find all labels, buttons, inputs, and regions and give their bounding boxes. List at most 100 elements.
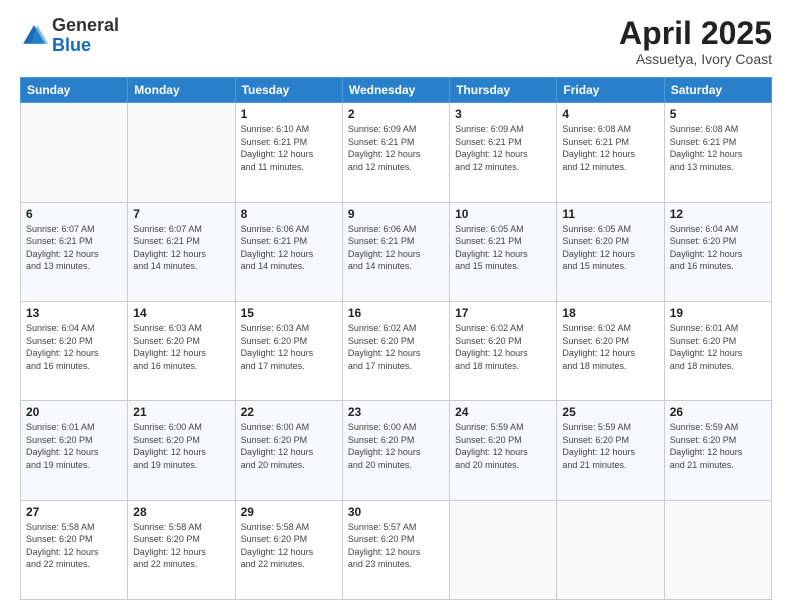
table-row: 7 Sunrise: 6:07 AM Sunset: 6:21 PM Daylig… [128,202,235,301]
day-info: Sunrise: 6:04 AM Sunset: 6:20 PM Dayligh… [26,322,122,372]
day-number: 29 [241,505,337,519]
day-info: Sunrise: 6:07 AM Sunset: 6:21 PM Dayligh… [133,223,229,273]
col-thursday: Thursday [450,78,557,103]
page: General Blue April 2025 Assuetya, Ivory … [0,0,792,612]
table-row: 26Sunrise: 5:59 AM Sunset: 6:20 PM Dayli… [664,401,771,500]
table-row: 5 Sunrise: 6:08 AM Sunset: 6:21 PM Daylig… [664,103,771,202]
day-info: Sunrise: 6:03 AM Sunset: 6:20 PM Dayligh… [241,322,337,372]
day-number: 17 [455,306,551,320]
calendar-header-row: Sunday Monday Tuesday Wednesday Thursday… [21,78,772,103]
table-row: 11 Sunrise: 6:05 AM Sunset: 6:20 PM Dayli… [557,202,664,301]
header: General Blue April 2025 Assuetya, Ivory … [20,16,772,67]
table-row [450,500,557,599]
day-info: Sunrise: 5:58 AM Sunset: 6:20 PM Dayligh… [133,521,229,571]
day-info: Sunrise: 5:58 AM Sunset: 6:20 PM Dayligh… [26,521,122,571]
table-row [557,500,664,599]
table-row: 12 Sunrise: 6:04 AM Sunset: 6:20 PM Dayli… [664,202,771,301]
day-number: 15 [241,306,337,320]
day-number: 7 [133,207,229,221]
table-row: 9 Sunrise: 6:06 AM Sunset: 6:21 PM Daylig… [342,202,449,301]
table-row: 1 Sunrise: 6:10 AM Sunset: 6:21 PM Daylig… [235,103,342,202]
day-number: 4 [562,107,658,121]
day-number: 2 [348,107,444,121]
day-info: Sunrise: 6:05 AM Sunset: 6:20 PM Dayligh… [562,223,658,273]
col-monday: Monday [128,78,235,103]
location-subtitle: Assuetya, Ivory Coast [619,51,772,67]
day-number: 28 [133,505,229,519]
day-number: 22 [241,405,337,419]
table-row: 10 Sunrise: 6:05 AM Sunset: 6:21 PM Dayli… [450,202,557,301]
table-row: 4 Sunrise: 6:08 AM Sunset: 6:21 PM Daylig… [557,103,664,202]
day-info: Sunrise: 6:06 AM Sunset: 6:21 PM Dayligh… [241,223,337,273]
day-info: Sunrise: 6:06 AM Sunset: 6:21 PM Dayligh… [348,223,444,273]
col-sunday: Sunday [21,78,128,103]
day-number: 27 [26,505,122,519]
table-row: 13 Sunrise: 6:04 AM Sunset: 6:20 PM Dayli… [21,301,128,400]
day-number: 3 [455,107,551,121]
day-number: 12 [670,207,766,221]
table-row: 8Sunrise: 6:06 AM Sunset: 6:21 PM Daylig… [235,202,342,301]
table-row: 24 Sunrise: 5:59 AM Sunset: 6:20 PM Dayli… [450,401,557,500]
table-row: 18 Sunrise: 6:02 AM Sunset: 6:20 PM Dayli… [557,301,664,400]
day-info: Sunrise: 5:59 AM Sunset: 6:20 PM Dayligh… [455,421,551,471]
day-number: 24 [455,405,551,419]
day-number: 26 [670,405,766,419]
day-number: 5 [670,107,766,121]
table-row [128,103,235,202]
day-info: Sunrise: 5:57 AM Sunset: 6:20 PM Dayligh… [348,521,444,571]
table-row: 2 Sunrise: 6:09 AM Sunset: 6:21 PM Daylig… [342,103,449,202]
table-row [21,103,128,202]
table-row: 28 Sunrise: 5:58 AM Sunset: 6:20 PM Dayli… [128,500,235,599]
day-number: 19 [670,306,766,320]
day-info: Sunrise: 6:01 AM Sunset: 6:20 PM Dayligh… [26,421,122,471]
day-info: Sunrise: 6:00 AM Sunset: 6:20 PM Dayligh… [348,421,444,471]
calendar-week-row: 6 Sunrise: 6:07 AM Sunset: 6:21 PM Daylig… [21,202,772,301]
day-info: Sunrise: 6:02 AM Sunset: 6:20 PM Dayligh… [348,322,444,372]
calendar-week-row: 27 Sunrise: 5:58 AM Sunset: 6:20 PM Dayli… [21,500,772,599]
day-number: 9 [348,207,444,221]
day-number: 11 [562,207,658,221]
day-info: Sunrise: 6:02 AM Sunset: 6:20 PM Dayligh… [455,322,551,372]
table-row: 3Sunrise: 6:09 AM Sunset: 6:21 PM Daylig… [450,103,557,202]
day-number: 25 [562,405,658,419]
day-number: 13 [26,306,122,320]
title-block: April 2025 Assuetya, Ivory Coast [619,16,772,67]
day-number: 6 [26,207,122,221]
table-row: 30 Sunrise: 5:57 AM Sunset: 6:20 PM Dayli… [342,500,449,599]
day-number: 16 [348,306,444,320]
day-info: Sunrise: 6:10 AM Sunset: 6:21 PM Dayligh… [241,123,337,173]
calendar-week-row: 20 Sunrise: 6:01 AM Sunset: 6:20 PM Dayli… [21,401,772,500]
logo-general: General [52,15,119,35]
day-number: 18 [562,306,658,320]
table-row: 20 Sunrise: 6:01 AM Sunset: 6:20 PM Dayli… [21,401,128,500]
day-info: Sunrise: 6:03 AM Sunset: 6:20 PM Dayligh… [133,322,229,372]
day-info: Sunrise: 6:08 AM Sunset: 6:21 PM Dayligh… [562,123,658,173]
col-tuesday: Tuesday [235,78,342,103]
day-info: Sunrise: 6:00 AM Sunset: 6:20 PM Dayligh… [133,421,229,471]
day-number: 30 [348,505,444,519]
day-info: Sunrise: 5:59 AM Sunset: 6:20 PM Dayligh… [562,421,658,471]
logo: General Blue [20,16,119,56]
day-number: 1 [241,107,337,121]
logo-blue: Blue [52,35,91,55]
table-row: 19Sunrise: 6:01 AM Sunset: 6:20 PM Dayli… [664,301,771,400]
day-info: Sunrise: 6:05 AM Sunset: 6:21 PM Dayligh… [455,223,551,273]
day-info: Sunrise: 6:02 AM Sunset: 6:20 PM Dayligh… [562,322,658,372]
col-wednesday: Wednesday [342,78,449,103]
day-info: Sunrise: 6:08 AM Sunset: 6:21 PM Dayligh… [670,123,766,173]
day-number: 20 [26,405,122,419]
table-row [664,500,771,599]
day-info: Sunrise: 6:09 AM Sunset: 6:21 PM Dayligh… [348,123,444,173]
table-row: 25 Sunrise: 5:59 AM Sunset: 6:20 PM Dayli… [557,401,664,500]
day-number: 10 [455,207,551,221]
table-row: 27 Sunrise: 5:58 AM Sunset: 6:20 PM Dayli… [21,500,128,599]
table-row: 6Sunrise: 6:07 AM Sunset: 6:21 PM Daylig… [21,202,128,301]
table-row: 21 Sunrise: 6:00 AM Sunset: 6:20 PM Dayli… [128,401,235,500]
table-row: 15 Sunrise: 6:03 AM Sunset: 6:20 PM Dayli… [235,301,342,400]
day-number: 23 [348,405,444,419]
table-row: 23 Sunrise: 6:00 AM Sunset: 6:20 PM Dayli… [342,401,449,500]
calendar-week-row: 1 Sunrise: 6:10 AM Sunset: 6:21 PM Daylig… [21,103,772,202]
col-friday: Friday [557,78,664,103]
day-number: 21 [133,405,229,419]
day-info: Sunrise: 6:04 AM Sunset: 6:20 PM Dayligh… [670,223,766,273]
